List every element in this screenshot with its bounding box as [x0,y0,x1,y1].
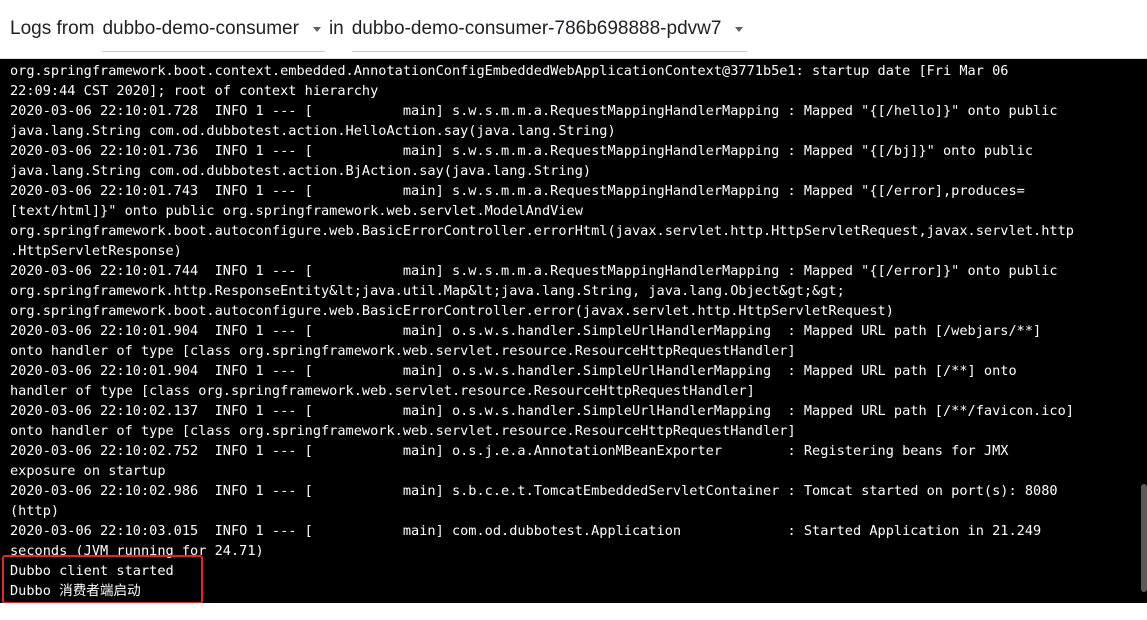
log-line: [text/html]}" onto public org.springfram… [10,203,583,219]
chevron-down-icon [312,27,321,32]
log-line: 2020-03-06 22:10:02.986 INFO 1 --- [ mai… [10,483,1058,499]
log-line: seconds (JVM running for 24.71) [10,543,264,559]
log-line: 22:09:44 CST 2020]; root of context hier… [10,83,379,99]
log-line: onto handler of type [class org.springfr… [10,423,796,439]
log-line: 2020-03-06 22:10:01.904 INFO 1 --- [ mai… [10,363,1017,379]
log-line: 2020-03-06 22:10:03.015 INFO 1 --- [ mai… [10,523,1042,539]
logs-from-label: Logs from [10,18,95,39]
log-line: 2020-03-06 22:10:01.743 INFO 1 --- [ mai… [10,183,1025,199]
log-line: Dubbo client started [10,563,174,579]
log-line: (http) [10,503,60,519]
in-label: in [328,18,344,39]
container-select[interactable]: dubbo-demo-consumer [102,7,325,52]
log-line: 2020-03-06 22:10:01.904 INFO 1 --- [ mai… [10,323,1042,339]
chevron-down-icon [735,27,744,32]
log-content: org.springframework.boot.context.embedde… [0,59,1147,601]
pod-select[interactable]: dubbo-demo-consumer-786b698888-pdvw7 [351,7,748,52]
log-line: java.lang.String com.od.dubbotest.action… [10,123,616,139]
pod-select-value: dubbo-demo-consumer-786b698888-pdvw7 [351,17,722,39]
log-line: org.springframework.boot.context.embedde… [10,63,1009,79]
log-line: org.springframework.boot.autoconfigure.w… [10,223,1074,239]
log-footer [0,603,1147,620]
log-line: org.springframework.boot.autoconfigure.w… [10,303,894,319]
log-line: handler of type [class org.springframewo… [10,383,755,399]
logs-header: Logs from dubbo-demo-consumer in dubbo-d… [0,0,1147,59]
log-line: Dubbo 消费者端启动 [10,583,141,599]
log-line: .HttpServletResponse) [10,243,182,259]
log-line: 2020-03-06 22:10:01.736 INFO 1 --- [ mai… [10,143,1034,159]
log-line: exposure on startup [10,463,166,479]
log-line: 2020-03-06 22:10:02.752 INFO 1 --- [ mai… [10,443,1009,459]
container-select-value: dubbo-demo-consumer [102,17,299,39]
log-line: onto handler of type [class org.springfr… [10,343,796,359]
log-line: org.springframework.http.ResponseEntity&… [10,283,845,299]
log-scrollbar[interactable] [1141,484,1147,592]
log-line: 2020-03-06 22:10:01.744 INFO 1 --- [ mai… [10,263,1058,279]
log-line: 2020-03-06 22:10:02.137 INFO 1 --- [ mai… [10,403,1074,419]
log-line: 2020-03-06 22:10:01.728 INFO 1 --- [ mai… [10,103,1058,119]
log-viewer[interactable]: org.springframework.boot.context.embedde… [0,59,1147,603]
log-line: java.lang.String com.od.dubbotest.action… [10,163,592,179]
